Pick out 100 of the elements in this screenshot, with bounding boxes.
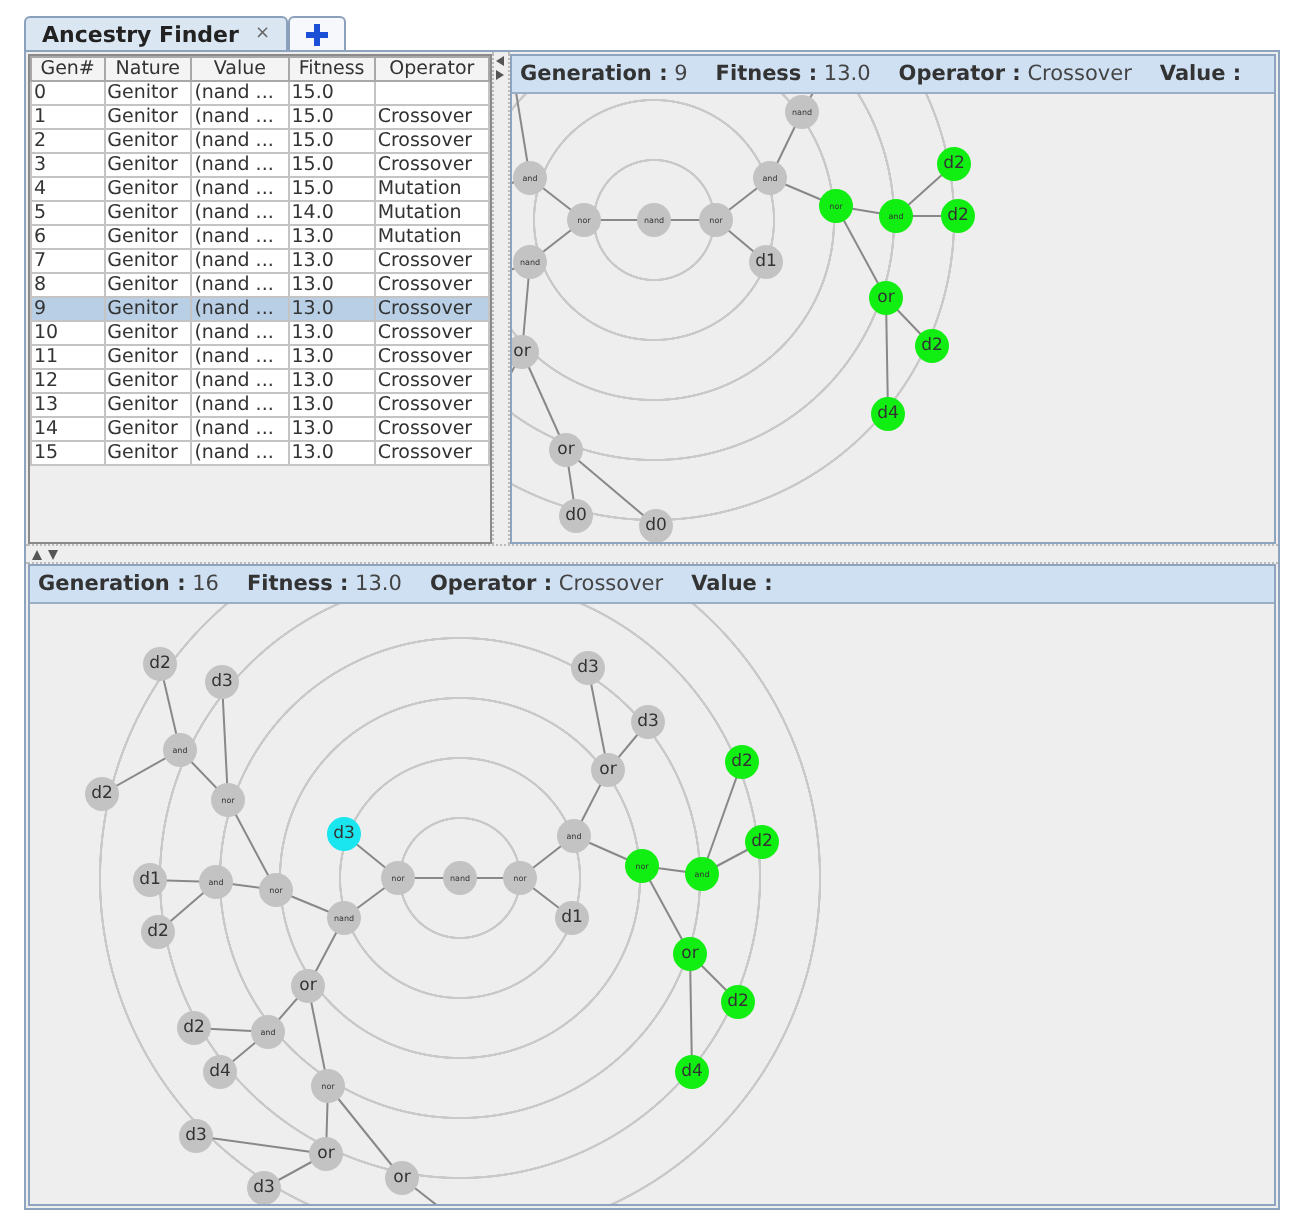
table-cell: Crossover [374, 441, 489, 465]
table-cell: 13.0 [288, 441, 375, 465]
tree-node[interactable]: or [591, 753, 625, 787]
tree-node[interactable]: or [291, 969, 325, 1003]
table-row[interactable]: 14 Genitor (nand ... 13.0 Crossover [31, 417, 489, 441]
table-cell: 4 [31, 177, 105, 201]
tree-node[interactable]: or [512, 335, 539, 369]
tree-node[interactable]: d1 [749, 245, 783, 279]
tree-node[interactable]: d2 [745, 825, 779, 859]
table-row[interactable]: 6 Genitor (nand ... 13.0 Mutation [31, 225, 489, 249]
table-row[interactable]: 12 Genitor (nand ... 13.0 Crossover [31, 369, 489, 393]
tab[interactable]: Ancestry Finder × [24, 16, 288, 50]
table-cell: (nand ... [191, 441, 289, 465]
split-arrows-icon[interactable] [32, 549, 60, 559]
table-cell: 0 [31, 81, 105, 105]
table-cell: (nand ... [191, 225, 289, 249]
tree-node[interactable]: d4 [203, 1055, 237, 1089]
table-cell: Crossover [374, 297, 489, 321]
table-cell: (nand ... [191, 321, 289, 345]
table-cell: (nand ... [191, 177, 289, 201]
tree-node[interactable]: d3 [247, 1171, 281, 1204]
split-arrows-icon[interactable] [496, 56, 506, 80]
tree-node[interactable]: d2 [725, 745, 759, 779]
tree-node[interactable]: d3 [179, 1119, 213, 1153]
tree-node[interactable]: d2 [143, 647, 177, 681]
info-field: Operator : Crossover [898, 62, 1132, 86]
column-header[interactable]: Value [191, 57, 289, 81]
table-row[interactable]: 9 Genitor (nand ... 13.0 Crossover [31, 297, 489, 321]
table-cell: Crossover [374, 273, 489, 297]
info-field: Value : [1159, 62, 1242, 86]
table-cell: 12 [31, 369, 105, 393]
table-cell: 13.0 [288, 297, 375, 321]
tree-node[interactable]: or [869, 281, 903, 315]
table-cell: (nand ... [191, 273, 289, 297]
table-cell: 13 [31, 393, 105, 417]
table-row[interactable]: 2 Genitor (nand ... 15.0 Crossover [31, 129, 489, 153]
column-header[interactable]: Fitness [288, 57, 375, 81]
table-cell: 13.0 [288, 417, 375, 441]
table-cell: 15.0 [288, 81, 375, 105]
tree-node[interactable]: d3 [571, 651, 605, 685]
table-row[interactable]: 5 Genitor (nand ... 14.0 Mutation [31, 201, 489, 225]
table-cell: 1 [31, 105, 105, 129]
tree-node[interactable]: or [673, 937, 707, 971]
tree-node[interactable]: or [549, 433, 583, 467]
tree-node[interactable]: d2 [721, 985, 755, 1019]
tree-node[interactable]: d2 [915, 329, 949, 363]
info-field: Value : [691, 572, 773, 596]
tree-node[interactable]: or [309, 1137, 343, 1171]
column-header[interactable]: Nature [104, 57, 192, 81]
table-cell: 15 [31, 441, 105, 465]
table-cell: 8 [31, 273, 105, 297]
table-cell: 14 [31, 417, 105, 441]
tree-node[interactable]: d1 [133, 863, 167, 897]
tree-node[interactable]: d3 [205, 665, 239, 699]
table-cell: 11 [31, 345, 105, 369]
info-field: Operator : Crossover [429, 572, 664, 596]
table-cell: (nand ... [191, 345, 289, 369]
new-tab-button[interactable] [287, 16, 346, 50]
table-cell: Crossover [374, 417, 489, 441]
table-cell: (nand ... [191, 129, 289, 153]
table-row[interactable]: 3 Genitor (nand ... 15.0 Crossover [31, 153, 489, 177]
table-cell: 15.0 [288, 177, 375, 201]
tree-node[interactable]: d2 [177, 1011, 211, 1045]
table-cell: Crossover [374, 249, 489, 273]
tree-node[interactable]: d1 [555, 901, 589, 935]
table-row[interactable]: 7 Genitor (nand ... 13.0 Crossover [31, 249, 489, 273]
table-row[interactable]: 8 Genitor (nand ... 13.0 Crossover [31, 273, 489, 297]
tree-node[interactable]: d4 [871, 397, 905, 431]
table-row[interactable]: 15 Genitor (nand ... 13.0 Crossover [31, 441, 489, 465]
tree-node[interactable]: d0 [639, 509, 673, 542]
tree-node[interactable]: d2 [941, 199, 975, 233]
tree-node[interactable]: d2 [937, 147, 971, 181]
close-tab-button[interactable]: × [254, 24, 270, 44]
table-cell: Crossover [374, 153, 489, 177]
tree-node[interactable]: d2 [85, 777, 119, 811]
table-cell: 13.0 [288, 321, 375, 345]
table-row[interactable]: 11 Genitor (nand ... 13.0 Crossover [31, 345, 489, 369]
tree-node[interactable]: d3 [327, 817, 361, 851]
tree-node[interactable]: d4 [675, 1055, 709, 1089]
table-cell: 13.0 [288, 393, 375, 417]
column-header[interactable]: Operator [374, 57, 489, 81]
table-row[interactable]: 4 Genitor (nand ... 15.0 Mutation [31, 177, 489, 201]
table-cell: (nand ... [191, 249, 289, 273]
table-row[interactable]: 0 Genitor (nand ... 15.0 [31, 81, 489, 105]
tree-node[interactable]: d3 [631, 705, 665, 739]
table-cell: 13.0 [288, 369, 375, 393]
table-row[interactable]: 13 Genitor (nand ... 13.0 Crossover [31, 393, 489, 417]
table-row[interactable]: 10 Genitor (nand ... 13.0 Crossover [31, 321, 489, 345]
table-cell: 15.0 [288, 105, 375, 129]
table-cell: 5 [31, 201, 105, 225]
table-row[interactable]: 1 Genitor (nand ... 15.0 Crossover [31, 105, 489, 129]
table-cell: 3 [31, 153, 105, 177]
info-field: Fitness : 13.0 [715, 62, 871, 86]
column-header[interactable]: Gen# [31, 57, 105, 81]
table-cell: Crossover [374, 321, 489, 345]
table-cell: 15.0 [288, 129, 375, 153]
tree-node[interactable]: or [385, 1161, 419, 1195]
tree-node[interactable]: d2 [141, 915, 175, 949]
tree-node[interactable]: d0 [559, 499, 593, 533]
table-cell: 14.0 [288, 201, 375, 225]
